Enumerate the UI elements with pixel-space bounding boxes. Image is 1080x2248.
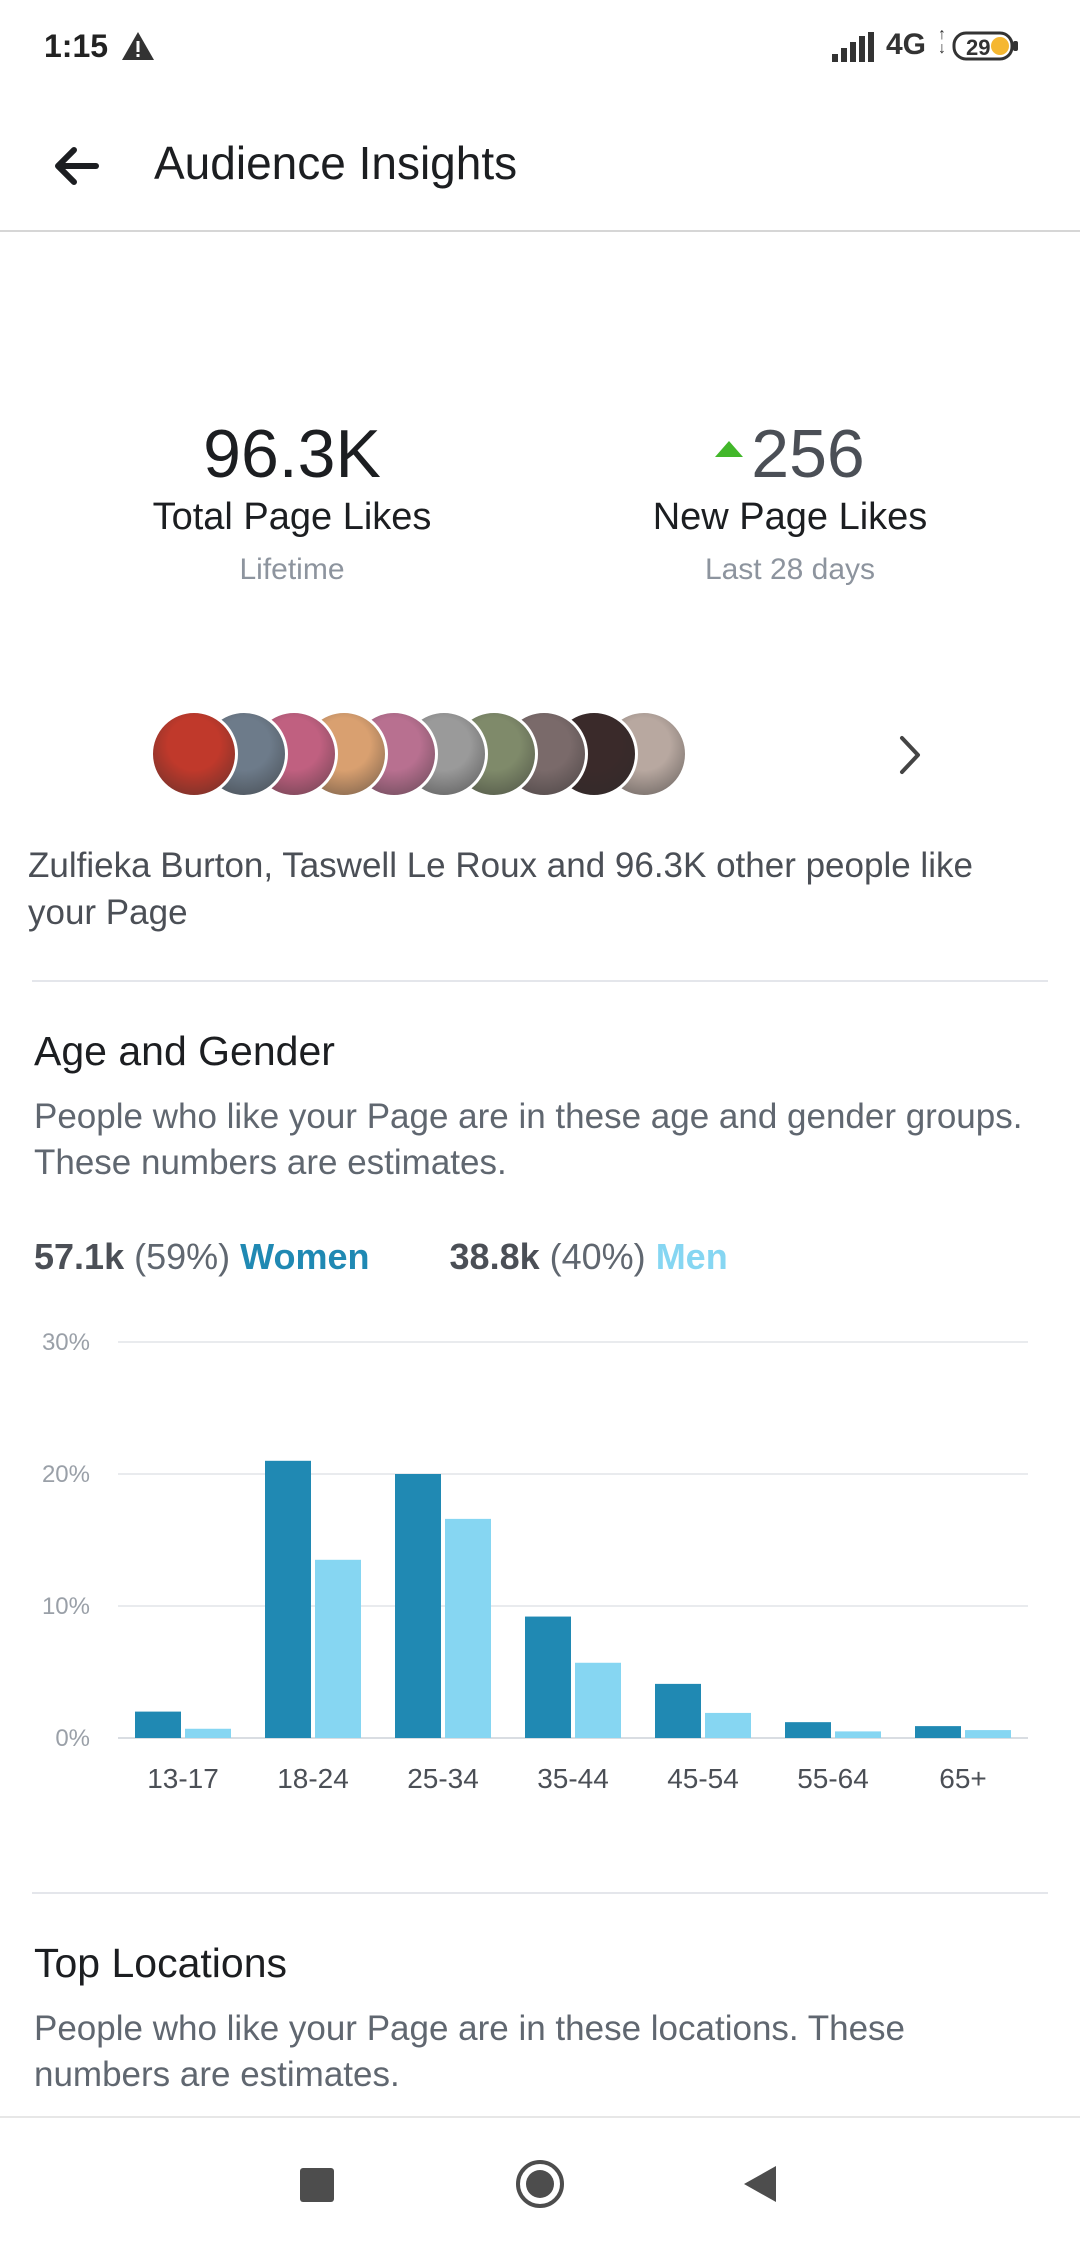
app-header: Audience Insights xyxy=(0,96,1080,232)
page-title: Audience Insights xyxy=(154,137,518,189)
bar-men-13-17[interactable] xyxy=(185,1728,231,1738)
bar-men-18-24[interactable] xyxy=(315,1559,361,1738)
bar-men-35-44[interactable] xyxy=(575,1662,621,1738)
y-tick-label: 10% xyxy=(42,1593,90,1620)
liker-avatars[interactable] xyxy=(150,710,890,800)
y-tick-label: 0% xyxy=(55,1725,90,1752)
y-tick-label: 30% xyxy=(42,1329,90,1356)
warning-icon xyxy=(122,32,154,60)
back-arrow-icon xyxy=(55,147,99,185)
bar-men-55-64[interactable] xyxy=(835,1731,881,1738)
new-page-likes-metric: 256 New Page Likes Last 28 days xyxy=(560,414,1020,587)
nav-back-button[interactable] xyxy=(742,2164,778,2204)
new-likes-value-row: 256 xyxy=(560,414,1020,494)
data-activity-icon: ↑ ↓ xyxy=(938,26,946,57)
trend-up-icon xyxy=(715,441,744,458)
top-locations-description: People who like your Page are in these l… xyxy=(34,2009,906,2094)
home-button[interactable] xyxy=(514,2158,566,2210)
new-likes-value: 256 xyxy=(751,416,865,492)
x-tick-label: 18-24 xyxy=(277,1763,349,1794)
top-locations-title: Top Locations xyxy=(34,1940,288,1986)
bar-women-55-64[interactable] xyxy=(785,1722,831,1738)
total-likes-value: 96.3K xyxy=(203,416,381,492)
bar-men-25-34[interactable] xyxy=(445,1518,491,1738)
bar-women-13-17[interactable] xyxy=(135,1711,181,1738)
signal-icon xyxy=(832,32,874,62)
divider xyxy=(32,980,1048,982)
age-gender-chart: 0% 10% 20% 30% 13-17 18-24 25-34 35-44 45-54 55-6… xyxy=(42,1329,1028,1794)
status-time: 1:15 xyxy=(44,28,109,64)
x-tick-label: 45-54 xyxy=(667,1763,739,1794)
likers-summary: Zulfieka Burton, Taswell Le Roux and 96.… xyxy=(28,846,973,932)
network-type: 4G xyxy=(886,28,927,61)
men-count: 38.8k xyxy=(449,1236,540,1277)
y-tick-label: 20% xyxy=(42,1461,90,1488)
bar-women-25-34[interactable] xyxy=(395,1474,441,1738)
chevron-right-icon[interactable] xyxy=(888,730,932,780)
bar-men-45-54[interactable] xyxy=(705,1712,751,1738)
x-tick-label: 35-44 xyxy=(537,1763,609,1794)
x-tick-label: 25-34 xyxy=(407,1763,479,1794)
status-bar: 1:15 4G ↑ ↓ 29 xyxy=(0,0,1080,96)
women-pct: (59%) xyxy=(134,1236,231,1277)
age-gender-title: Age and Gender xyxy=(34,1028,335,1074)
back-button[interactable] xyxy=(36,126,116,206)
new-likes-label: New Page Likes xyxy=(652,496,928,538)
bar-women-18-24[interactable] xyxy=(265,1460,311,1738)
age-gender-description: People who like your Page are in these a… xyxy=(34,1097,1023,1182)
total-page-likes-metric: 96.3K Total Page Likes Lifetime xyxy=(62,414,522,587)
divider xyxy=(32,1892,1048,1894)
bar-women-45-54[interactable] xyxy=(655,1683,701,1738)
men-pct: (40%) xyxy=(549,1236,646,1277)
gender-summary: 57.1k (59%) Women 38.8k (40%) Men xyxy=(34,1236,728,1278)
men-label: Men xyxy=(655,1236,728,1277)
x-tick-label: 13-17 xyxy=(147,1763,219,1794)
women-count: 57.1k xyxy=(34,1236,125,1277)
total-likes-label: Total Page Likes xyxy=(152,496,432,538)
battery-level: 29 xyxy=(966,35,991,60)
x-tick-label: 55-64 xyxy=(797,1763,869,1794)
women-label: Women xyxy=(240,1236,370,1277)
x-tick-label: 65+ xyxy=(939,1763,987,1794)
bar-men-65+[interactable] xyxy=(965,1730,1011,1738)
bar-women-35-44[interactable] xyxy=(525,1616,571,1738)
recents-button[interactable] xyxy=(300,2168,334,2202)
total-likes-period: Lifetime xyxy=(239,553,345,586)
bar-women-65+[interactable] xyxy=(915,1726,961,1738)
liker-avatar[interactable] xyxy=(150,710,238,798)
new-likes-period: Last 28 days xyxy=(704,553,876,586)
system-nav-bar xyxy=(0,2116,1080,2248)
